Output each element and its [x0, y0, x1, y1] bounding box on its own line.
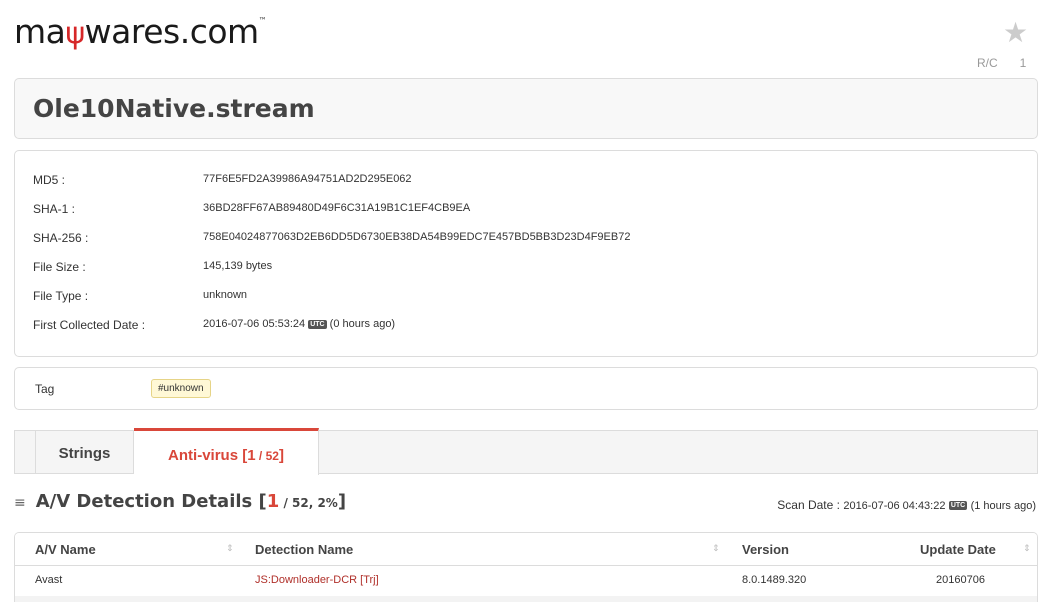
info-value: 77F6E5FD2A39986A94751AD2D295E062 [203, 173, 412, 185]
info-value: 36BD28FF67AB89480D49F6C31A19B1C1EF4CB9EA [203, 202, 471, 214]
rc-count: 1 [1019, 56, 1027, 70]
table-row: Avast JS:Downloader-DCR [Trj] 8.0.1489.3… [15, 566, 1037, 596]
tab-av-hits: 1 [247, 447, 256, 464]
logo-fork-icon: ψ [65, 16, 85, 51]
scan-date-value: 2016-07-06 04:43:22 [843, 500, 946, 512]
info-label: File Type : [33, 289, 89, 303]
malwares-logo[interactable]: maψwares.com™ [14, 12, 267, 51]
info-label: File Size : [33, 260, 86, 274]
info-value: 2016-07-06 05:53:24 UTC (0 hours ago) [203, 318, 395, 330]
sort-icon[interactable]: ⇕ [226, 543, 234, 554]
menu-icon[interactable]: ≡ [14, 495, 26, 511]
info-label: SHA-1 : [33, 202, 76, 216]
info-value: 758E04024877063D2EB6DD5D6730EB38DA54B99E… [203, 231, 631, 243]
logo-text-pre: ma [14, 12, 66, 51]
tab-av-close: ] [278, 447, 284, 464]
tag-panel: Tag #unknown [14, 367, 1038, 410]
collected-ago: (0 hours ago) [329, 318, 396, 330]
cell-detection-name[interactable]: JS:Downloader-DCR [Trj] [255, 574, 379, 586]
tab-av-total: 52 [265, 449, 279, 463]
logo-trademark: ™ [258, 16, 267, 25]
detection-rest: / 52, 2% [279, 496, 338, 510]
tag-chip-unknown[interactable]: #unknown [151, 379, 211, 398]
star-icon[interactable]: ★ [1003, 16, 1028, 49]
column-header-detection-name[interactable]: Detection Name [255, 542, 353, 557]
tag-label: Tag [35, 382, 55, 396]
cell-av-name: Avast [35, 574, 63, 586]
column-header-update-date[interactable]: Update Date [920, 542, 996, 557]
detection-title-text: A/V Detection Details [ [35, 491, 267, 512]
tab-bar: Strings Anti-virus [1 / 52] [14, 428, 1038, 475]
scan-date-label: Scan Date : [777, 498, 840, 512]
collected-date: 2016-07-06 05:53:24 [203, 318, 306, 330]
info-value: 145,139 bytes [203, 260, 273, 272]
detection-hits: 1 [266, 491, 280, 512]
info-label: SHA-256 : [33, 231, 89, 245]
column-header-av-name[interactable]: A/V Name [35, 542, 96, 557]
table-header: A/V Name ⇕ Detection Name ⇕ Version Upda… [15, 533, 1037, 566]
file-title-panel: Ole10Native.stream [14, 78, 1038, 139]
table-row-next [15, 596, 1037, 602]
tab-av-label: Anti-virus [ [168, 447, 248, 464]
rc-label: R/C [977, 56, 998, 70]
tab-strings[interactable]: Strings [35, 431, 134, 474]
logo-text-post: wares.com [84, 12, 260, 51]
cell-update-date: 20160706 [936, 574, 985, 586]
sort-icon[interactable]: ⇕ [712, 543, 720, 554]
page-title: Ole10Native.stream [33, 94, 315, 123]
rc-counter: R/C 1 [977, 56, 1026, 70]
info-value: unknown [203, 289, 248, 301]
info-label: MD5 : [33, 173, 66, 187]
utc-badge: UTC [948, 501, 968, 511]
scan-date: Scan Date : 2016-07-06 04:43:22 UTC (1 h… [777, 498, 1036, 512]
detection-close: ] [337, 491, 347, 512]
utc-badge: UTC [308, 319, 327, 329]
column-header-version[interactable]: Version [742, 542, 789, 557]
sort-icon[interactable]: ⇕ [1023, 543, 1031, 554]
detection-table: A/V Name ⇕ Detection Name ⇕ Version Upda… [14, 532, 1038, 602]
file-info-panel: MD5 : 77F6E5FD2A39986A94751AD2D295E062 S… [14, 150, 1038, 357]
info-label: First Collected Date : [33, 318, 146, 332]
cell-version: 8.0.1489.320 [742, 574, 807, 586]
scan-date-ago: (1 hours ago) [970, 500, 1036, 512]
tab-anti-virus[interactable]: Anti-virus [1 / 52] [134, 428, 319, 475]
tab-av-sep: / [255, 449, 266, 463]
detection-details-heading: ≡ A/V Detection Details [1 / 52, 2%] [14, 491, 346, 512]
